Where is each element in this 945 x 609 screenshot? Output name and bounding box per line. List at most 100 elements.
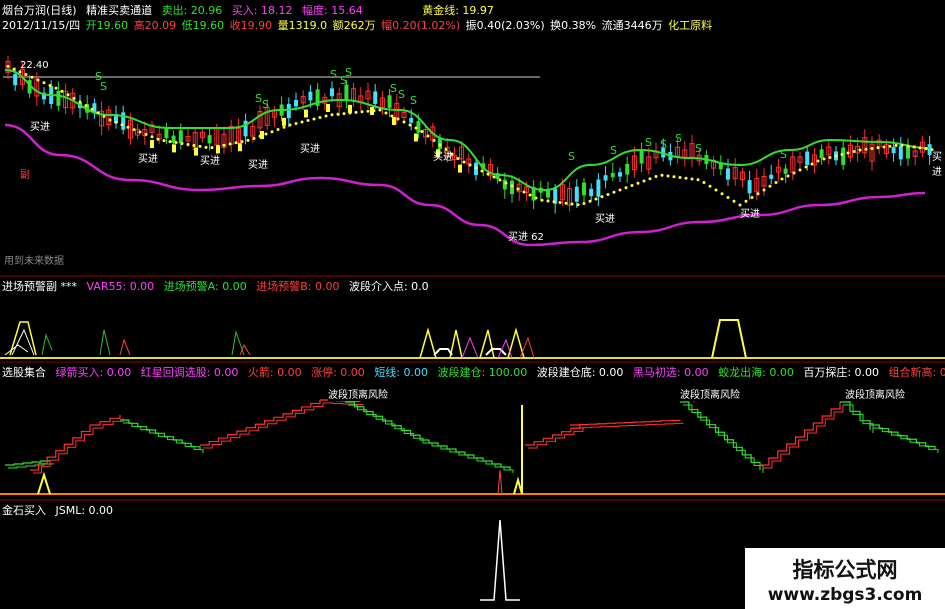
sell-s-marker: S	[100, 80, 107, 93]
gold-dot	[636, 181, 640, 185]
gold-dot	[594, 197, 598, 201]
gold-dot	[396, 117, 400, 121]
combo-high-value: 组合新高: 0.00	[888, 366, 945, 379]
sell-s-marker: S	[660, 138, 667, 151]
gold-dot	[384, 111, 388, 115]
gold-dot	[438, 143, 442, 147]
buy-signal-label: 买进	[740, 209, 760, 220]
warn-a-value: 进场预警A: 0.00	[163, 280, 247, 293]
dark-horse-value: 黑马初选: 0.00	[632, 366, 709, 379]
gold-dot	[630, 184, 634, 187]
gold-dot	[918, 146, 922, 150]
gold-dot	[96, 111, 100, 115]
gold-dot	[672, 175, 676, 179]
gold-dot	[300, 120, 304, 124]
gold-dot	[528, 193, 532, 197]
buy-signal-label: 买进	[595, 214, 615, 225]
gold-dot	[834, 154, 838, 158]
gold-dot	[174, 141, 178, 145]
candle-body	[238, 143, 242, 152]
stair-line	[5, 460, 51, 466]
main-price-chart[interactable]: SSS SS SSS S SS SS S SS S	[0, 0, 945, 609]
buy-signal-label: 买进	[300, 144, 320, 155]
candle-body	[387, 95, 392, 108]
gold-dot	[474, 166, 478, 170]
gold-dot	[222, 143, 226, 147]
jsml-spike	[480, 519, 520, 601]
candle-body	[392, 117, 396, 125]
gold-dot	[504, 181, 508, 185]
gold-dot	[276, 128, 280, 131]
gold-dot	[456, 157, 460, 160]
gold-dot	[882, 145, 886, 149]
stair-line	[123, 422, 204, 453]
stair-line	[423, 442, 514, 473]
gold-dot	[180, 142, 184, 146]
gold-dot	[66, 93, 70, 97]
gold-dot	[114, 120, 118, 124]
gold-dot	[360, 110, 364, 114]
panel2-title: 进场预警副 ***	[2, 280, 77, 293]
gold-dot	[822, 157, 826, 161]
gold-dot	[216, 144, 220, 148]
gold-dot	[768, 184, 772, 188]
gold-dot	[498, 178, 502, 182]
candle-body	[13, 74, 18, 86]
gold-dot	[618, 188, 622, 192]
green-arrow-value: 绿箭买入: 0.00	[55, 366, 132, 379]
gold-dot	[240, 140, 244, 144]
gold-dot	[102, 114, 106, 118]
candle-body	[150, 140, 154, 148]
panel3-title: 选股集合	[2, 366, 46, 379]
gold-dot	[144, 132, 148, 136]
watermark-box: 指标公式网 www.zbgs3.com	[745, 548, 945, 609]
gold-dot	[606, 193, 610, 196]
gold-dot	[690, 177, 694, 181]
gold-dot	[546, 199, 550, 203]
gold-dot	[462, 160, 466, 164]
gold-dot	[552, 200, 556, 204]
gold-dot	[828, 156, 832, 159]
gold-dot	[78, 100, 82, 104]
gold-dot	[912, 145, 916, 149]
gold-dot	[186, 142, 190, 146]
gold-dot	[726, 196, 730, 199]
stair-line	[30, 425, 91, 471]
gold-dot	[468, 163, 472, 167]
candle-body	[726, 168, 730, 180]
future-data-label: 用到未来数据	[4, 256, 64, 267]
gold-dot	[708, 184, 712, 188]
gold-dot	[312, 117, 316, 121]
candle-body	[625, 163, 630, 175]
stair-line	[93, 418, 124, 429]
candle-body	[308, 91, 313, 101]
gold-dot	[402, 120, 406, 124]
gold-dot	[888, 144, 892, 148]
wave-top-annotation-3: 波段顶离风险	[845, 386, 905, 401]
gold-dot	[342, 112, 346, 116]
gold-dot	[228, 142, 232, 146]
gold-dot	[432, 139, 436, 142]
entry-point-value: 波段介入点: 0.0	[348, 280, 429, 293]
sell-s-marker: S	[780, 148, 787, 161]
panel4-header: 金石买入 JSML: 0.00	[2, 502, 119, 518]
gold-dot	[744, 199, 748, 203]
buy-signal-label: 买进	[932, 152, 942, 178]
gold-dot	[678, 176, 682, 179]
gold-dot	[54, 86, 58, 90]
stair-line	[200, 400, 321, 446]
gold-dot	[336, 112, 340, 116]
red-star-value: 红星回调选股: 0.00	[140, 366, 239, 379]
var55-value: VAR55: 0.00	[86, 280, 155, 293]
sell-s-marker: S	[610, 144, 617, 157]
candle-body	[898, 145, 903, 160]
gold-dot	[582, 202, 586, 205]
candle-body	[805, 151, 810, 165]
stair-line	[203, 403, 324, 449]
left-marker: 副	[20, 170, 30, 181]
gold-dot	[414, 126, 418, 130]
million-probe-value: 百万探庄: 0.00	[803, 366, 880, 379]
gold-dot	[318, 116, 322, 119]
gold-dot	[84, 104, 88, 108]
low-price-label: 买进 62	[508, 232, 544, 243]
